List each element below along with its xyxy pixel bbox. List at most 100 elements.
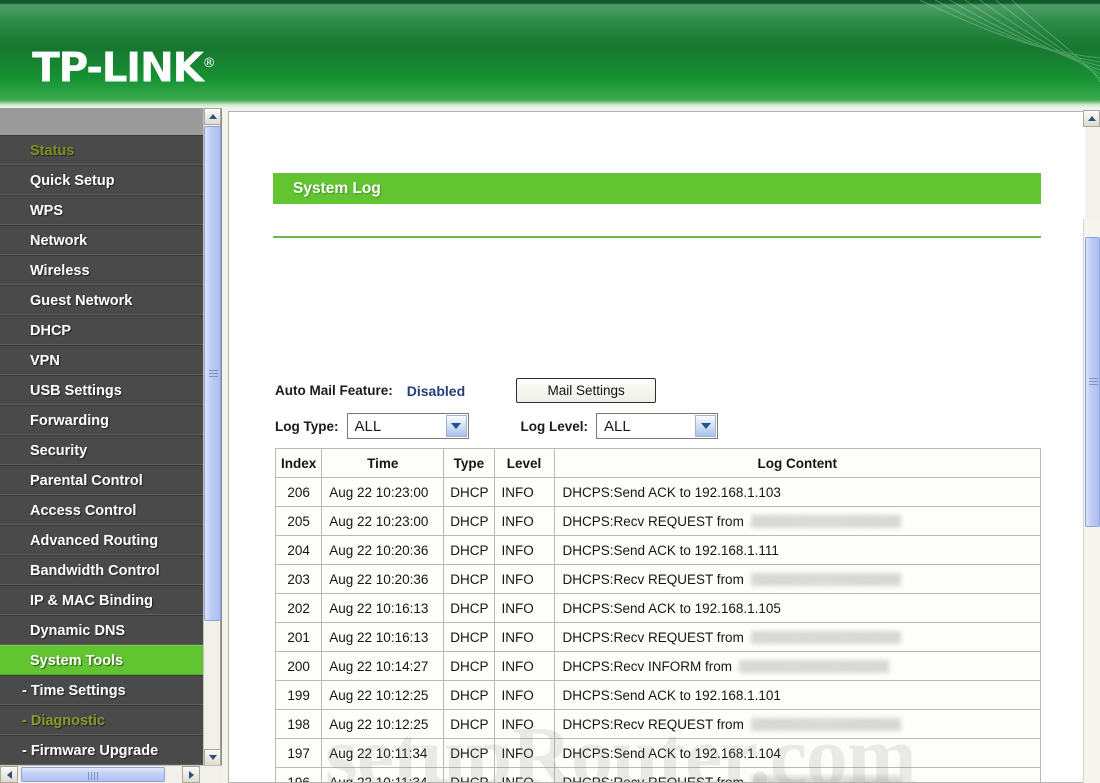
sidebar-hscroll-thumb[interactable] (21, 767, 165, 782)
sidebar-item-quick-setup[interactable]: Quick Setup (0, 165, 204, 195)
cell-time: Aug 22 10:11:34 (321, 738, 445, 768)
sidebar-item-system-tools[interactable]: System Tools (0, 645, 204, 675)
page-header: TP-LINK® (0, 0, 1100, 108)
sidebar-item-wps[interactable]: WPS (0, 195, 204, 225)
sidebar-scroll-left-button[interactable] (0, 766, 18, 783)
tplink-logo: TP-LINK® (32, 42, 216, 90)
sidebar-item-firmware-upgrade[interactable]: - Firmware Upgrade (0, 735, 204, 765)
log-content-text: DHCPS:Send ACK to 192.168.1.103 (562, 484, 781, 500)
sidebar-item-bandwidth-control[interactable]: Bandwidth Control (0, 555, 204, 585)
router-admin-page: TP-LINK® Status Quick Setup WPS Network Wire… (0, 0, 1100, 783)
chevron-left-icon (6, 770, 12, 779)
sidebar-item-dhcp[interactable]: DHCP (0, 315, 204, 345)
page-title-bar: System Log (273, 173, 1041, 204)
registered-mark-icon: ® (202, 56, 216, 71)
cell-level: INFO (493, 767, 555, 782)
log-content-text: DHCPS:Send ACK to 192.168.1.104 (562, 745, 781, 761)
content-vertical-scrollbar[interactable] (1083, 219, 1100, 783)
log-content-text: DHCPS:Recv REQUEST from (562, 629, 744, 645)
sidebar-item-parental-control[interactable]: Parental Control (0, 465, 204, 495)
sidebar-item-time-settings[interactable]: - Time Settings (0, 675, 204, 705)
dropdown-arrow-button[interactable] (695, 415, 717, 437)
sidebar-scroll-right-button[interactable] (182, 766, 200, 783)
sidebar-item-wireless[interactable]: Wireless (0, 255, 204, 285)
sidebar-item-forwarding[interactable]: Forwarding (0, 405, 204, 435)
content-scroll-thumb[interactable] (1085, 237, 1100, 527)
cell-index: 202 (274, 593, 323, 623)
sidebar-item-status[interactable]: Status (0, 135, 204, 165)
content-scroll-up-button[interactable] (1083, 110, 1100, 127)
dropdown-arrow-button[interactable] (445, 415, 467, 437)
grip-icon (209, 369, 218, 378)
log-content-text: DHCPS:Send ACK to 192.168.1.101 (562, 687, 781, 703)
content-inner: System Log Auto Mail Feature: Disabled M… (229, 112, 1072, 782)
sidebar-menu: Status Quick Setup WPS Network Wireless Guest… (0, 135, 204, 765)
cell-type: DHCP (443, 593, 495, 623)
table-body: 206 Aug 22 10:23:00 DHCP INFO DHCPS:Send ACK… (274, 477, 1042, 782)
auto-mail-row: Auto Mail Feature: Disabled Mail Setting… (275, 378, 657, 403)
log-content-text: DHCPS:Recv INFORM from (562, 658, 733, 674)
redacted-mac-address (750, 775, 901, 782)
cell-log-content: DHCPS:Recv REQUEST from (553, 506, 1042, 536)
cell-time: Aug 22 10:23:00 (321, 506, 445, 536)
cell-time: Aug 22 10:23:00 (321, 477, 445, 507)
sidebar-item-guest-network[interactable]: Guest Network (0, 285, 204, 315)
log-level-select[interactable]: ALL (596, 413, 719, 439)
section-divider (273, 236, 1041, 238)
table-row: 196 Aug 22 10:11:34 DHCP INFO DHCPS:Recv REQ… (274, 767, 1042, 782)
table-header: Index Time Type Level Log Content (274, 448, 1042, 478)
sidebar-pane: Status Quick Setup WPS Network Wireless Guest… (0, 108, 222, 783)
sidebar-item-dynamic-dns[interactable]: Dynamic DNS (0, 615, 204, 645)
cell-type: DHCP (443, 767, 495, 782)
redacted-mac-address (750, 630, 901, 644)
cell-time: Aug 22 10:12:25 (321, 680, 445, 710)
cell-level: INFO (493, 535, 555, 565)
logo-text: TP-LINK (32, 43, 204, 92)
cell-index: 203 (274, 564, 323, 594)
redacted-mac-address (750, 717, 901, 731)
sidebar-item-usb-settings[interactable]: USB Settings (0, 375, 204, 405)
body-area: Status Quick Setup WPS Network Wireless Guest… (0, 108, 1100, 783)
cell-type: DHCP (443, 477, 495, 507)
cell-log-content: DHCPS:Recv REQUEST from (553, 622, 1042, 652)
cell-time: Aug 22 10:20:36 (321, 535, 445, 565)
redacted-mac-address (750, 514, 901, 528)
cell-level: INFO (493, 709, 555, 739)
table-row: 205 Aug 22 10:23:00 DHCP INFO DHCPS:Recv REQ… (274, 506, 1042, 536)
table-row: 203 Aug 22 10:20:36 DHCP INFO DHCPS:Recv REQ… (274, 564, 1042, 594)
sidebar-item-vpn[interactable]: VPN (0, 345, 204, 375)
cell-index: 198 (274, 709, 323, 739)
sidebar-item-advanced-routing[interactable]: Advanced Routing (0, 525, 204, 555)
column-header-type: Type (443, 448, 495, 478)
table-row: 198 Aug 22 10:12:25 DHCP INFO DHCPS:Recv REQ… (274, 709, 1042, 739)
cell-log-content: DHCPS:Recv INFORM from (553, 651, 1042, 681)
sidebar-scroll-down-button[interactable] (204, 749, 221, 766)
sidebar-item-diagnostic[interactable]: - Diagnostic (0, 705, 204, 735)
cell-index: 205 (274, 506, 323, 536)
log-type-value: ALL (354, 417, 382, 435)
auto-mail-label: Auto Mail Feature: (275, 383, 393, 398)
cell-index: 200 (274, 651, 323, 681)
cell-log-content: DHCPS:Send ACK to 192.168.1.101 (553, 680, 1042, 710)
sidebar-item-security[interactable]: Security (0, 435, 204, 465)
table-row: 206 Aug 22 10:23:00 DHCP INFO DHCPS:Send ACK… (274, 477, 1042, 507)
sidebar-horizontal-scrollbar[interactable] (0, 765, 222, 783)
chevron-down-icon (700, 423, 711, 429)
sidebar-item-ip-mac-binding[interactable]: IP & MAC Binding (0, 585, 204, 615)
log-type-select[interactable]: ALL (346, 413, 469, 439)
cell-log-content: DHCPS:Recv REQUEST from (553, 767, 1042, 782)
mail-settings-button[interactable]: Mail Settings (516, 378, 657, 403)
sidebar-scroll-thumb[interactable] (204, 126, 221, 621)
table-row: 200 Aug 22 10:14:27 DHCP INFO DHCPS:Recv INF… (274, 651, 1042, 681)
cell-index: 197 (274, 738, 323, 768)
cell-type: DHCP (443, 622, 495, 652)
sidebar-item-network[interactable]: Network (0, 225, 204, 255)
sidebar-scroll-up-button[interactable] (204, 108, 221, 125)
sidebar-item-access-control[interactable]: Access Control (0, 495, 204, 525)
cell-log-content: DHCPS:Send ACK to 192.168.1.103 (553, 477, 1042, 507)
cell-type: DHCP (443, 738, 495, 768)
cell-level: INFO (493, 680, 555, 710)
table-row: 197 Aug 22 10:11:34 DHCP INFO DHCPS:Send ACK… (274, 738, 1042, 768)
log-content-text: DHCPS:Send ACK to 192.168.1.111 (562, 542, 779, 558)
sidebar-vertical-scrollbar[interactable] (203, 108, 221, 766)
